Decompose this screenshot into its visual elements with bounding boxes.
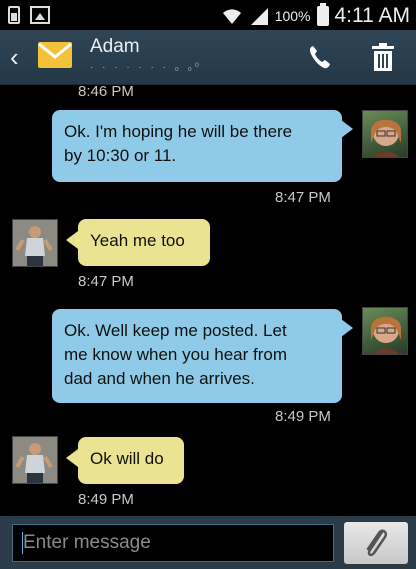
bubble-tail (66, 231, 78, 249)
text-cursor (22, 532, 23, 554)
outgoing-message[interactable]: Ok. Well keep me posted. Let me know whe… (52, 309, 342, 403)
message-timestamp: 8:47 PM (275, 189, 331, 206)
bubble-tail (341, 319, 353, 337)
message-line: Ok will do (90, 449, 164, 468)
clock: 4:11 AM (334, 4, 411, 27)
notification-icons (8, 6, 50, 24)
screenshot-notification-icon (30, 6, 50, 24)
bubble-tail (66, 449, 78, 467)
phone-icon[interactable] (306, 44, 332, 70)
signal-icon (250, 8, 268, 25)
back-chevron-icon[interactable]: ‹ (10, 44, 19, 70)
delete-trash-icon[interactable] (372, 43, 394, 71)
composer-bar (0, 516, 416, 569)
message-timestamp: 8:49 PM (78, 491, 134, 508)
conversation-header: ‹ Adam · · · · · · · ₀ ₀⁰ (0, 30, 416, 85)
paperclip-icon (366, 529, 387, 557)
incoming-message[interactable]: Yeah me too (78, 219, 210, 266)
battery-notification-icon (8, 6, 20, 24)
contact-number: · · · · · · · ₀ ₀⁰ (90, 62, 202, 73)
message-line: Ok. Well keep me posted. Let (64, 321, 287, 340)
my-avatar[interactable] (362, 110, 408, 158)
contact-avatar[interactable] (12, 219, 58, 267)
battery-icon (316, 3, 329, 26)
message-line: dad and when he arrives. (64, 369, 255, 388)
outgoing-message[interactable]: Ok. I'm hoping he will be there by 10:30… (52, 110, 342, 182)
message-line: by 10:30 or 11. (64, 146, 177, 165)
message-input[interactable] (12, 524, 334, 562)
message-line: Ok. I'm hoping he will be there (64, 122, 293, 141)
message-line: Yeah me too (90, 231, 185, 250)
contact-avatar[interactable] (12, 436, 58, 484)
wifi-icon (222, 9, 241, 24)
my-avatar[interactable] (362, 307, 408, 355)
system-icons: 100% 4:11 AM (221, 3, 411, 28)
attach-button[interactable] (344, 522, 408, 564)
incoming-message[interactable]: Ok will do (78, 437, 184, 484)
status-bar: 100% 4:11 AM (0, 0, 416, 30)
messages-app-icon[interactable] (38, 42, 72, 68)
contact-name: Adam (90, 36, 140, 57)
message-timestamp: 8:47 PM (78, 273, 134, 290)
message-line: me know when you hear from (64, 345, 287, 364)
message-timestamp: 8:49 PM (275, 408, 331, 425)
battery-percent: 100% (274, 8, 311, 24)
message-list[interactable]: 8:46 PM Ok. I'm hoping he will be there … (0, 85, 416, 516)
message-timestamp: 8:46 PM (78, 85, 134, 100)
bubble-tail (341, 120, 353, 138)
